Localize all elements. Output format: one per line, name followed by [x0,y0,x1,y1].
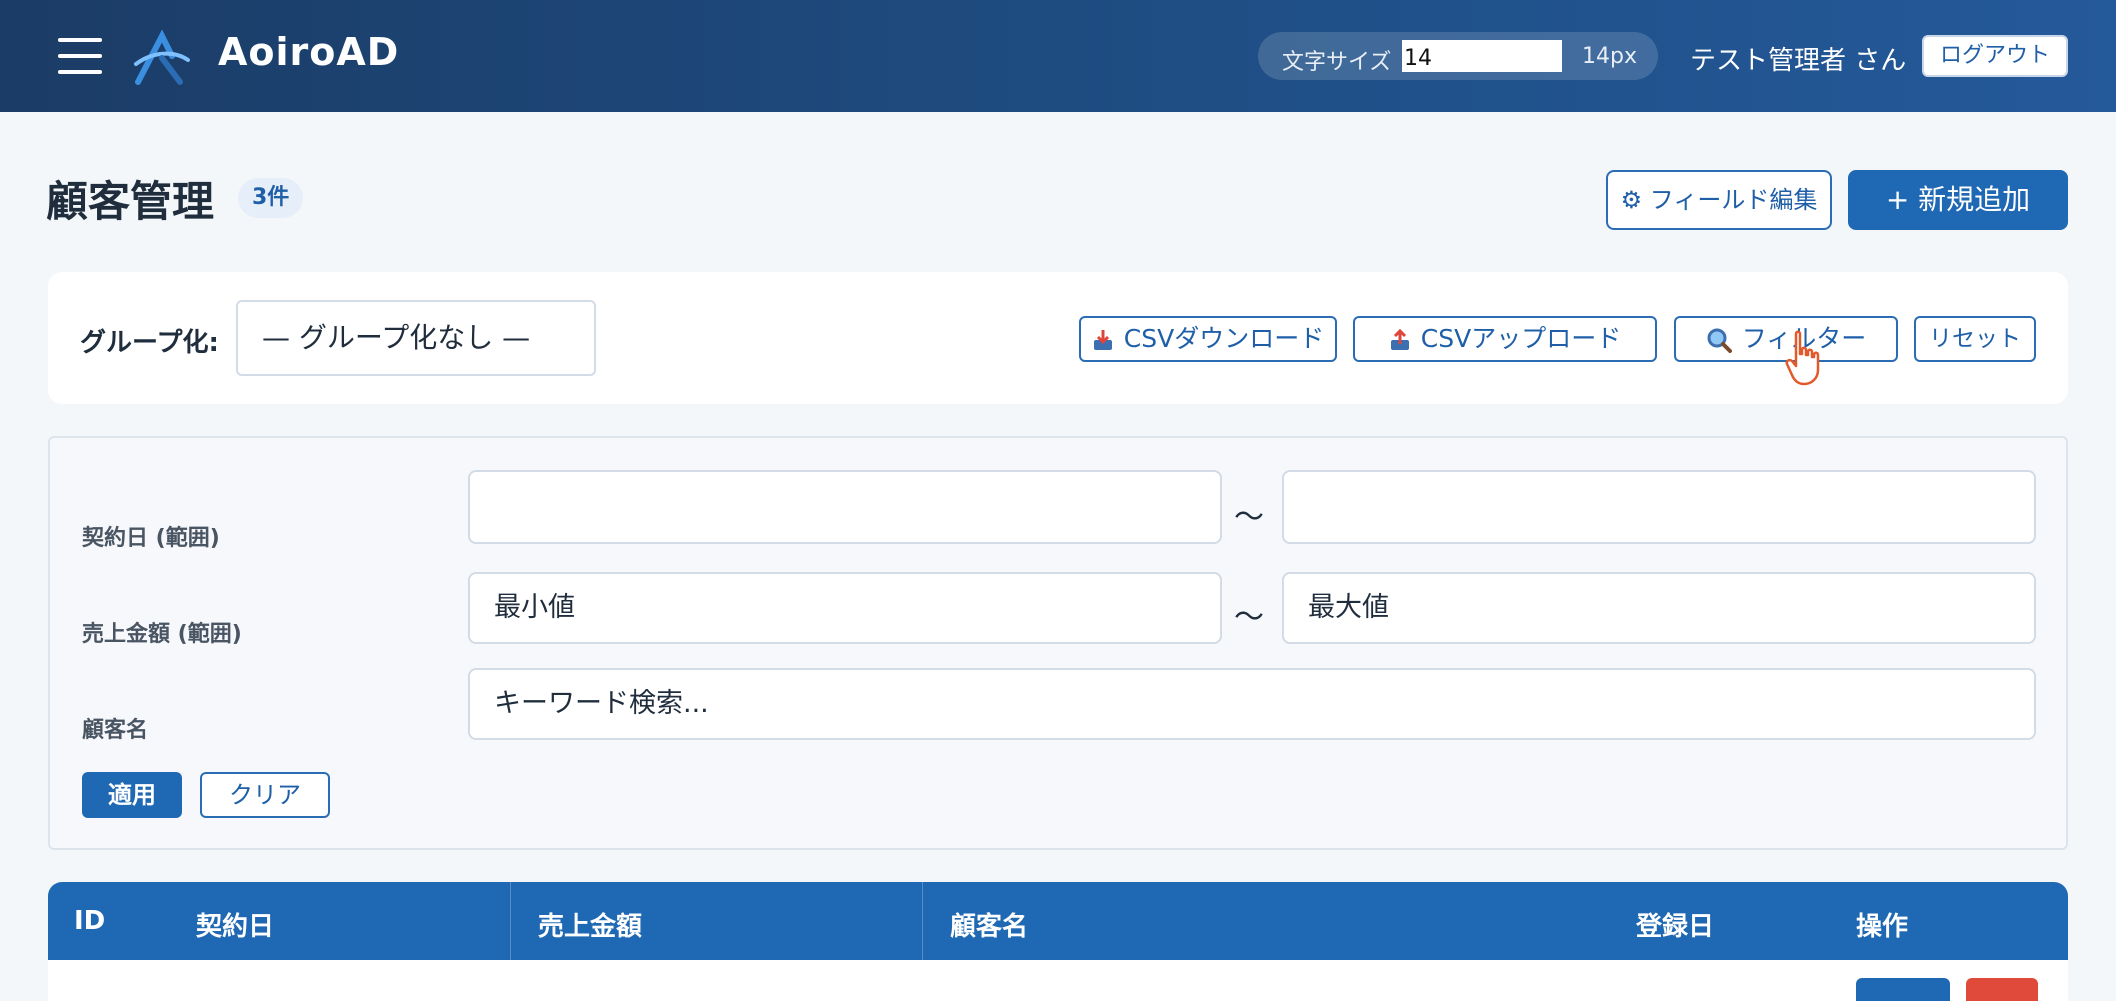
column-header-contract-date[interactable]: 契約日 [196,906,274,943]
customer-name-label: 顧客名 [82,718,149,743]
range-separator: 〜 [1234,500,1264,535]
group-by-select[interactable]: — グループ化なし — [236,300,596,376]
current-user: テスト管理者 さん [1690,46,1907,76]
column-header-actions: 操作 [1856,912,1909,942]
column-header-registered-date[interactable]: 登録日 [1636,906,1714,943]
add-new-button[interactable]: + 新規追加 [1848,170,2068,230]
csv-upload-button[interactable]: CSVアップロード [1353,316,1657,362]
reset-button[interactable]: リセット [1914,316,2036,362]
apply-button[interactable]: 適用 [82,772,182,818]
search-icon [1707,328,1732,353]
field-edit-button[interactable]: ⚙ フィールド編集 [1606,170,1832,230]
font-size-input[interactable] [1402,40,1562,72]
csv-download-label: CSVダウンロード [1123,324,1325,353]
upload-icon [1390,328,1409,350]
csv-upload-label: CSVアップロード [1420,324,1622,353]
csv-download-button[interactable]: CSVダウンロード [1079,316,1337,362]
record-count-badge: 3件 [238,178,304,218]
brand-name: AoiroAD [218,30,400,74]
sales-max-input[interactable]: 最大値 [1282,572,2036,644]
customer-table: ID 契約日 売上金額 顧客名 登録日 操作 [48,882,2068,1001]
column-divider [510,882,511,960]
sales-amount-label: 売上金額 (範囲) [82,622,242,647]
logo-icon [134,30,190,85]
clear-button[interactable]: クリア [200,772,330,818]
contract-date-from-input[interactable] [468,470,1222,544]
app-header: AoiroAD 文字サイズ 14px テスト管理者 さん ログアウト [0,0,2116,112]
contract-date-label: 契約日 (範囲) [82,526,220,551]
download-icon [1093,330,1112,350]
font-size-control: 文字サイズ 14px [1258,32,1658,80]
range-separator: 〜 [1234,600,1264,635]
view-button[interactable] [1856,978,1950,1001]
group-by-label: グループ化: [80,328,219,358]
font-size-unit: 14px [1582,44,1637,69]
customer-search-input[interactable]: キーワード検索... [468,668,2036,740]
column-header-sales-amount[interactable]: 売上金額 [538,906,642,943]
column-header-customer-name[interactable]: 顧客名 [950,906,1028,943]
sales-min-input[interactable]: 最小値 [468,572,1222,644]
font-size-label: 文字サイズ [1282,50,1392,75]
filter-label: フィルター [1741,324,1867,353]
logout-button[interactable]: ログアウト [1922,35,2068,77]
toolbar-card: グループ化: — グループ化なし — CSVダウンロード CSVアップロード フ… [48,272,2068,404]
page-title: 顧客管理 [46,177,215,226]
table-header: ID 契約日 売上金額 顧客名 登録日 操作 [48,882,2068,960]
menu-icon[interactable] [58,38,102,74]
contract-date-to-input[interactable] [1282,470,2036,544]
filter-panel: 契約日 (範囲) 〜 売上金額 (範囲) 最小値 〜 最大値 顧客名 キーワード… [48,436,2068,850]
delete-button[interactable] [1966,978,2038,1001]
column-header-id[interactable]: ID [74,906,105,936]
column-divider [922,882,923,960]
filter-button[interactable]: フィルター [1674,316,1898,362]
